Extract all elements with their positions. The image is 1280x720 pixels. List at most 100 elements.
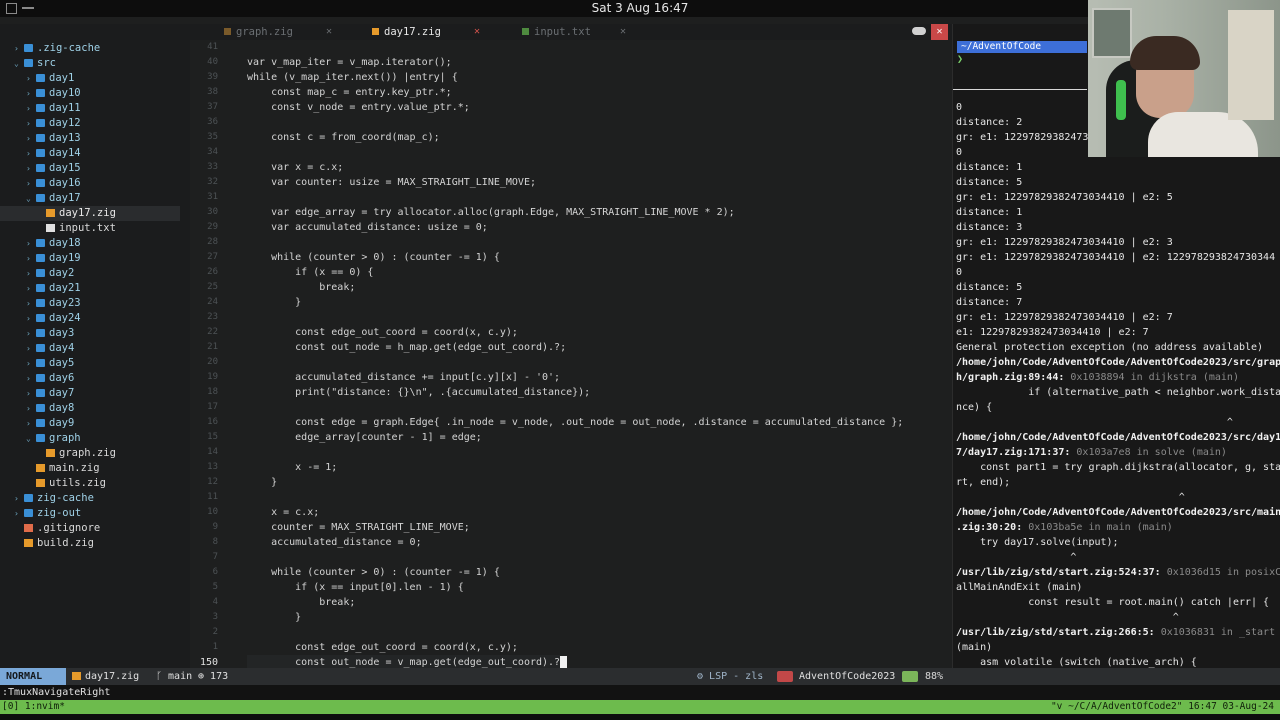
- code-line[interactable]: while (counter > 0) : (counter -= 1) {: [247, 250, 500, 265]
- line-number: 12: [207, 477, 218, 487]
- code-line[interactable]: while (v_map_iter.next()) |entry| {: [247, 70, 458, 85]
- tree-folder[interactable]: › day10: [0, 86, 180, 101]
- code-line[interactable]: const v_node = entry.value_ptr.*;: [247, 100, 470, 115]
- tree-folder[interactable]: › day9: [0, 416, 180, 431]
- code-line[interactable]: var x = c.x;: [247, 160, 343, 175]
- tree-file[interactable]: day17.zig: [0, 206, 180, 221]
- code-line[interactable]: var counter: usize = MAX_STRAIGHT_LINE_M…: [247, 175, 536, 190]
- tree-folder[interactable]: › day2: [0, 266, 180, 281]
- code-line[interactable]: }: [247, 295, 301, 310]
- code-line[interactable]: const out_node = v_map.get(edge_out_coor…: [247, 655, 561, 668]
- chevron-right-icon: ›: [14, 44, 19, 53]
- code-line[interactable]: }: [247, 610, 301, 625]
- tree-folder[interactable]: › day11: [0, 101, 180, 116]
- line-number: 3: [212, 612, 218, 622]
- code-line[interactable]: counter = MAX_STRAIGHT_LINE_MOVE;: [247, 520, 470, 535]
- tree-file[interactable]: main.zig: [0, 461, 180, 476]
- tree-folder[interactable]: › day15: [0, 161, 180, 176]
- code-line[interactable]: const c = from_coord(map_c);: [247, 130, 440, 145]
- tree-folder[interactable]: › day8: [0, 401, 180, 416]
- terminal-line: distance: 5: [956, 280, 1022, 295]
- tree-file[interactable]: build.zig: [0, 536, 180, 551]
- chevron-right-icon: ›: [26, 284, 31, 293]
- terminal-line-text: /home/john/Code/AdventOfCode/AdventOfCod…: [956, 507, 1280, 518]
- close-window-button[interactable]: ✕: [931, 24, 948, 40]
- tree-item-label: day2: [49, 267, 75, 279]
- code-line[interactable]: var edge_array = try allocator.alloc(gra…: [247, 205, 735, 220]
- close-tab-icon[interactable]: ✕: [326, 24, 332, 40]
- code-line[interactable]: x = c.x;: [247, 505, 319, 520]
- tree-file[interactable]: input.txt: [0, 221, 180, 236]
- chevron-right-icon: ›: [26, 404, 31, 413]
- line-number: 9: [212, 522, 218, 532]
- code-editor[interactable]: 41 40 var v_map_iter = v_map.iterator(); 39…: [190, 40, 952, 668]
- tree-folder[interactable]: › day13: [0, 131, 180, 146]
- code-line[interactable]: const map_c = entry.key_ptr.*;: [247, 85, 452, 100]
- code-line[interactable]: accumulated_distance += input[c.y][x] - …: [247, 370, 560, 385]
- code-line[interactable]: if (x == input[0].len - 1) {: [247, 580, 464, 595]
- folder-icon: [36, 179, 45, 187]
- tree-folder[interactable]: › day19: [0, 251, 180, 266]
- tree-folder[interactable]: › day16: [0, 176, 180, 191]
- tree-item-label: input.txt: [59, 222, 116, 234]
- close-tab-icon[interactable]: ✕: [474, 24, 480, 40]
- code-line[interactable]: if (x == 0) {: [247, 265, 373, 280]
- tree-folder[interactable]: › day24: [0, 311, 180, 326]
- code-line[interactable]: accumulated_distance = 0;: [247, 535, 422, 550]
- tree-folder[interactable]: › day4: [0, 341, 180, 356]
- tree-folder[interactable]: ⌄ day17: [0, 191, 180, 206]
- code-line[interactable]: var accumulated_distance: usize = 0;: [247, 220, 488, 235]
- tree-folder[interactable]: › day7: [0, 386, 180, 401]
- chevron-right-icon: ›: [26, 329, 31, 338]
- tmux-window-list[interactable]: [0] 1:nvim*: [2, 700, 65, 714]
- code-line[interactable]: edge_array[counter - 1] = edge;: [247, 430, 482, 445]
- code-line[interactable]: var v_map_iter = v_map.iterator();: [247, 55, 452, 70]
- tree-item-label: src: [37, 57, 56, 69]
- tab-day17-zig[interactable]: day17.zig ✕: [372, 24, 502, 40]
- tree-folder[interactable]: › day3: [0, 326, 180, 341]
- line-number: 32: [207, 177, 218, 187]
- code-line[interactable]: const out_node = h_map.get(edge_out_coor…: [247, 340, 566, 355]
- tree-file[interactable]: utils.zig: [0, 476, 180, 491]
- code-line[interactable]: break;: [247, 595, 355, 610]
- tree-folder[interactable]: › day14: [0, 146, 180, 161]
- terminal-line-text: gr: e1: 12297829382473034410 | e2: 7: [956, 312, 1173, 323]
- terminal-line-text: /usr/lib/zig/std/start.zig:524:37:: [956, 567, 1161, 578]
- line-number: 13: [207, 462, 218, 472]
- code-line[interactable]: }: [247, 475, 277, 490]
- line-number: 150: [199, 657, 218, 668]
- command-line[interactable]: :TmuxNavigateRight: [0, 685, 1280, 700]
- code-line[interactable]: const edge = graph.Edge{ .in_node = v_no…: [247, 415, 903, 430]
- tree-folder[interactable]: › day1: [0, 71, 180, 86]
- tree-folder[interactable]: ⌄ graph: [0, 431, 180, 446]
- code-line[interactable]: x -= 1;: [247, 460, 337, 475]
- tree-file[interactable]: graph.zig: [0, 446, 180, 461]
- tree-file[interactable]: .gitignore: [0, 521, 180, 536]
- folder-icon: [36, 314, 45, 322]
- lsp-icon: ⚙: [697, 671, 710, 682]
- code-line[interactable]: print("distance: {}\n", .{accumulated_di…: [247, 385, 590, 400]
- code-line[interactable]: break;: [247, 280, 355, 295]
- chevron-right-icon: ›: [26, 359, 31, 368]
- code-line[interactable]: const edge_out_coord = coord(x, c.y);: [247, 325, 518, 340]
- tab-graph-zig[interactable]: graph.zig ✕: [224, 24, 354, 40]
- tree-folder[interactable]: › day23: [0, 296, 180, 311]
- tree-item-label: day11: [49, 102, 81, 114]
- line-number: 19: [207, 372, 218, 382]
- tree-folder[interactable]: › day18: [0, 236, 180, 251]
- tree-folder[interactable]: › zig-out: [0, 506, 180, 521]
- chevron-right-icon: ›: [26, 389, 31, 398]
- code-line[interactable]: while (counter > 0) : (counter -= 1) {: [247, 565, 500, 580]
- toggle-icon[interactable]: [912, 27, 926, 35]
- tree-folder[interactable]: › day6: [0, 371, 180, 386]
- folder-icon: [36, 344, 45, 352]
- tree-folder[interactable]: › zig-cache: [0, 491, 180, 506]
- tab-input-txt[interactable]: input.txt ✕: [522, 24, 652, 40]
- tree-folder[interactable]: ⌄ src: [0, 56, 180, 71]
- tree-folder[interactable]: › day12: [0, 116, 180, 131]
- tree-folder[interactable]: › day5: [0, 356, 180, 371]
- tree-folder[interactable]: › .zig-cache: [0, 41, 180, 56]
- close-tab-icon[interactable]: ✕: [620, 24, 626, 40]
- code-line[interactable]: const edge_out_coord = coord(x, c.y);: [247, 640, 518, 655]
- tree-folder[interactable]: › day21: [0, 281, 180, 296]
